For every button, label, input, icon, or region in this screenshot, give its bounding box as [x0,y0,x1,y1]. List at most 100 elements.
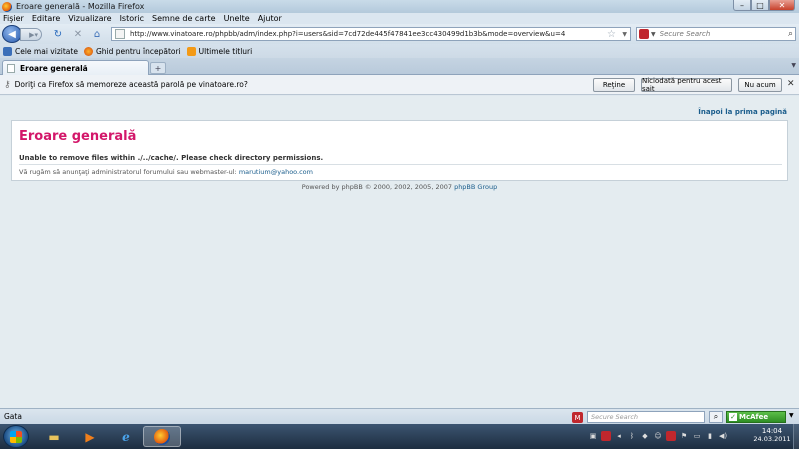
menu-tools[interactable]: Unelte [224,14,250,23]
play-icon: ▶ [85,429,95,444]
back-button[interactable]: ◀ [2,25,22,43]
notification-message: Doriţi ca Firefox să memoreze această pa… [14,80,248,89]
bookmark-getting-started[interactable]: Ghid pentru începători [83,46,181,56]
tray-bluetooth-icon[interactable]: ᛒ [627,431,637,441]
search-input[interactable] [659,30,780,38]
contact-text: Vă rugăm să anunţaţi administratorul for… [19,168,239,176]
tray-app-icon[interactable]: ◆ [640,431,650,441]
bookmark-label: Cele mai vizitate [15,46,78,56]
document-icon [7,63,15,73]
bookmark-most-visited[interactable]: Cele mai vizitate [3,46,78,56]
powered-text: Powered by phpBB © 2000, 2002, 2005, 200… [301,183,455,191]
mcafee-button[interactable]: ✓ McAfee [726,411,786,423]
password-notification-bar: ⚷ Doriţi ca Firefox să memoreze această … [0,75,799,95]
firefox-icon [2,1,12,12]
tray-power-icon[interactable]: ▭ [692,431,702,441]
clock[interactable]: 14:04 24.03.2011 [752,427,792,443]
folder-icon: ▬ [48,429,60,444]
engine-dropdown-icon[interactable]: ▼ [651,31,656,38]
mcafee-dropdown-icon[interactable]: ▼ [789,412,794,419]
rss-icon [186,46,196,56]
stop-icon[interactable]: ✕ [72,28,84,40]
tray-flag-icon[interactable]: ⚑ [679,431,689,441]
bookmarks-toolbar: Cele mai vizitate Ghid pentru începători… [0,44,799,58]
not-now-button[interactable]: Nu acum [738,78,782,92]
windows-logo-icon [10,430,22,443]
tab-label: Eroare generală [20,63,88,73]
maximize-button[interactable]: □ [751,0,769,11]
firefox-taskbar-icon [154,428,170,445]
firefox-bookmark-icon [83,46,93,56]
taskbar: ▬ ▶ e ▣ ◂ ᛒ ◆ ☺ ⚑ ▭ ▮ ◀) 14:04 24.03.201… [0,424,799,449]
new-tab-button[interactable]: + [150,62,166,74]
close-icon[interactable]: ✕ [787,79,795,89]
tray-network-icon[interactable]: ▣ [588,431,598,441]
tray-messenger-icon[interactable]: ☺ [653,431,663,441]
system-tray: ▣ ◂ ᛒ ◆ ☺ ⚑ ▭ ▮ ◀) [588,431,731,441]
reload-icon[interactable]: ↻ [52,28,64,40]
forward-button[interactable]: ▶▾ [20,28,42,41]
error-title: Eroare generală [19,129,137,144]
tray-signal-icon[interactable]: ▮ [705,431,715,441]
search-engine-icon[interactable] [639,29,649,39]
url-text[interactable]: http://www.vinatoare.ro/phpbb/adm/index.… [130,30,565,38]
window-title: Eroare generală - Mozilla Firefox [16,2,145,11]
mcafee-shield-icon[interactable]: M [572,412,583,423]
contact-email-link[interactable]: marutium@yahoo.com [239,168,313,176]
home-icon[interactable]: ⌂ [91,28,103,40]
window-controls: – □ ✕ [733,0,795,11]
search-icon[interactable]: ⌕ [788,28,793,41]
menu-bar: Fişier Editare Vizualizare Istoric Semne… [0,13,799,24]
checkmark-icon: ✓ [729,413,737,421]
bookmark-label: Ultimele titluri [198,46,253,56]
back-arrow-icon: ◀ [8,28,16,40]
show-desktop-button[interactable] [793,424,799,449]
status-search-input[interactable]: Secure Search [587,411,705,423]
page-icon [115,29,125,39]
bookmark-star-icon[interactable]: ☆ [607,28,616,41]
tab-bar: Eroare generală + ▼ [0,58,799,75]
ie-icon: e [122,429,130,444]
status-search-icon[interactable]: ⌕ [709,411,723,423]
status-text: Gata [4,412,22,421]
address-bar[interactable]: http://www.vinatoare.ro/phpbb/adm/index.… [111,27,631,41]
menu-view[interactable]: Vizualizare [68,14,111,23]
menu-bookmarks[interactable]: Semne de carte [152,14,216,23]
tray-ati-icon[interactable] [666,431,676,441]
tab-active[interactable]: Eroare generală [2,60,149,75]
clock-date: 24.03.2011 [753,435,791,443]
phpbb-group-link[interactable]: phpBB Group [454,183,497,191]
never-for-site-button[interactable]: Niciodată pentru acest sait [641,77,732,93]
bookmark-latest-headlines[interactable]: Ultimele titluri [186,46,253,56]
title-bar[interactable]: Eroare generală - Mozilla Firefox – □ ✕ [0,0,799,13]
tray-volume-icon[interactable]: ◀) [718,431,728,441]
taskbar-media-player[interactable]: ▶ [71,426,109,447]
footer-copyright: Powered by phpBB © 2000, 2002, 2005, 200… [0,183,799,191]
bookmark-label: Ghid pentru începători [95,46,181,56]
taskbar-internet-explorer[interactable]: e [107,426,145,447]
divider [19,164,782,165]
tray-mcafee-icon[interactable] [601,431,611,441]
most-visited-icon [3,46,12,56]
contact-line: Vă rugăm să anunţaţi administratorul for… [19,168,313,176]
menu-file[interactable]: Fişier [3,14,24,23]
search-bar[interactable]: ▼ ⌕ [636,27,796,41]
minimize-button[interactable]: – [733,0,751,11]
menu-history[interactable]: Istoric [120,14,144,23]
remember-password-button[interactable]: Reţine [593,78,635,92]
tray-arrow-icon[interactable]: ◂ [614,431,624,441]
back-to-index-link[interactable]: Înapoi la prima pagină [698,108,787,116]
start-button[interactable] [3,425,29,448]
close-button[interactable]: ✕ [769,0,795,11]
status-bar: Gata M Secure Search ⌕ ✓ McAfee ▼ [0,408,799,424]
url-dropdown-icon[interactable]: ▼ [622,28,627,41]
mcafee-label: McAfee [739,413,769,421]
taskbar-explorer[interactable]: ▬ [35,426,73,447]
key-icon: ⚷ [4,79,11,90]
clock-time: 14:04 [761,427,783,435]
menu-edit[interactable]: Editare [32,14,60,23]
taskbar-firefox[interactable] [143,426,181,447]
page-content: Înapoi la prima pagină Eroare generală U… [0,96,799,408]
tab-list-icon[interactable]: ▼ [791,62,796,69]
menu-help[interactable]: Ajutor [258,14,282,23]
